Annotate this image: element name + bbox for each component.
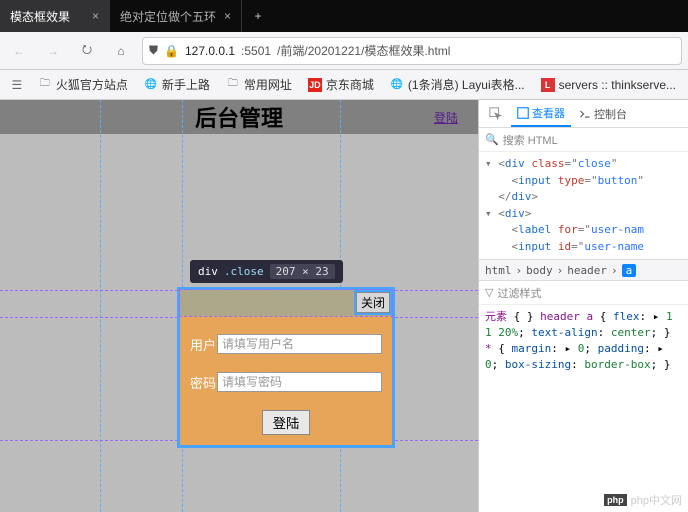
close-icon[interactable]: ×: [216, 9, 231, 23]
password-input[interactable]: [217, 372, 382, 392]
password-label: 密码: [190, 373, 217, 392]
bookmark-item[interactable]: 🌐新手上路: [138, 74, 216, 95]
bookmark-item[interactable]: Lservers :: thinkserve...: [535, 76, 682, 94]
new-tab-button[interactable]: +: [242, 0, 274, 32]
submit-button[interactable]: [262, 410, 311, 435]
username-input[interactable]: [217, 334, 382, 354]
browser-tab-2[interactable]: 绝对定位做个五环 ×: [110, 0, 242, 32]
folder-icon: 🗀: [226, 78, 240, 92]
styles-filter[interactable]: ▽ 过滤样式: [479, 281, 688, 305]
browser-nav-bar: ← → ⭮ ⌂ ⛊ 🔒 127.0.0.1 :5501/前端/20201221/模…: [0, 32, 688, 70]
tab-title: 模态框效果: [10, 8, 70, 25]
username-label: 用户: [190, 335, 217, 354]
page-viewport: 后台管理 登陆 div .close 207 × 23 用户 密码: [0, 100, 478, 512]
flex-guide-vertical: [100, 100, 101, 512]
devtools-tabs: 查看器 控制台: [479, 100, 688, 128]
tooltip-element: div: [198, 265, 218, 278]
globe-icon: 🌐: [144, 78, 158, 92]
tab-console[interactable]: 控制台: [573, 100, 633, 127]
sidebar-toggle-icon[interactable]: ☰: [6, 72, 28, 98]
dom-tree[interactable]: ▾ <div class="close" <input type="button…: [479, 152, 688, 259]
folder-icon: 🗀: [38, 78, 52, 92]
login-link[interactable]: 登陆: [434, 109, 458, 126]
picker-icon[interactable]: [483, 100, 509, 127]
bookmark-item[interactable]: 🗀火狐官方站点: [32, 74, 134, 95]
devtools-panel: 查看器 控制台 🔍 搜索 HTML ▾ <div class="close" <…: [478, 100, 688, 512]
lock-icon: 🔒: [164, 44, 179, 58]
reload-button[interactable]: ⭮: [74, 38, 100, 64]
filter-icon: ▽: [485, 286, 493, 299]
globe-icon: 🌐: [390, 78, 404, 92]
inspector-tooltip: div .close 207 × 23: [190, 260, 343, 283]
close-icon[interactable]: ×: [84, 9, 99, 23]
login-modal: 用户 密码: [180, 290, 392, 445]
home-button[interactable]: ⌂: [108, 38, 134, 64]
url-host: 127.0.0.1: [185, 44, 235, 58]
browser-tab-bar: 模态框效果 × 绝对定位做个五环 × +: [0, 0, 688, 32]
watermark: phpphp中文网: [604, 492, 682, 508]
tab-title: 绝对定位做个五环: [120, 8, 216, 25]
tooltip-dimensions: 207 × 23: [270, 264, 335, 279]
page-title: 后台管理: [0, 101, 478, 133]
jd-icon: JD: [308, 78, 322, 92]
bookmark-item[interactable]: 🗀常用网址: [220, 74, 298, 95]
letter-icon: L: [541, 78, 555, 92]
bookmark-item[interactable]: JD京东商城: [302, 74, 380, 95]
modal-close-row: [180, 290, 392, 316]
devtools-search[interactable]: 🔍 搜索 HTML: [479, 128, 688, 152]
page-header: 后台管理 登陆: [0, 100, 478, 134]
url-port: :5501: [241, 44, 271, 58]
tooltip-class: .close: [224, 265, 264, 278]
back-button[interactable]: ←: [6, 38, 32, 64]
forward-button[interactable]: →: [40, 38, 66, 64]
bookmarks-bar: ☰ 🗀火狐官方站点 🌐新手上路 🗀常用网址 JD京东商城 🌐(1条消息) Lay…: [0, 70, 688, 100]
tab-inspector[interactable]: 查看器: [511, 100, 571, 127]
search-icon: 🔍: [485, 133, 499, 146]
address-bar[interactable]: ⛊ 🔒 127.0.0.1 :5501/前端/20201221/模态框效果.htm…: [142, 37, 682, 65]
breadcrumb[interactable]: html › body › header › a: [479, 259, 688, 281]
styles-pane[interactable]: 元素 { } header a { flex: ▸ 1 1 20%; text-…: [479, 305, 688, 512]
close-button[interactable]: [356, 292, 390, 313]
url-path: /前端/20201221/模态框效果.html: [277, 42, 450, 59]
bookmark-item[interactable]: 🌐(1条消息) Layui表格...: [384, 74, 531, 95]
browser-tab-1[interactable]: 模态框效果 ×: [0, 0, 110, 32]
shield-icon: ⛊: [149, 43, 158, 58]
